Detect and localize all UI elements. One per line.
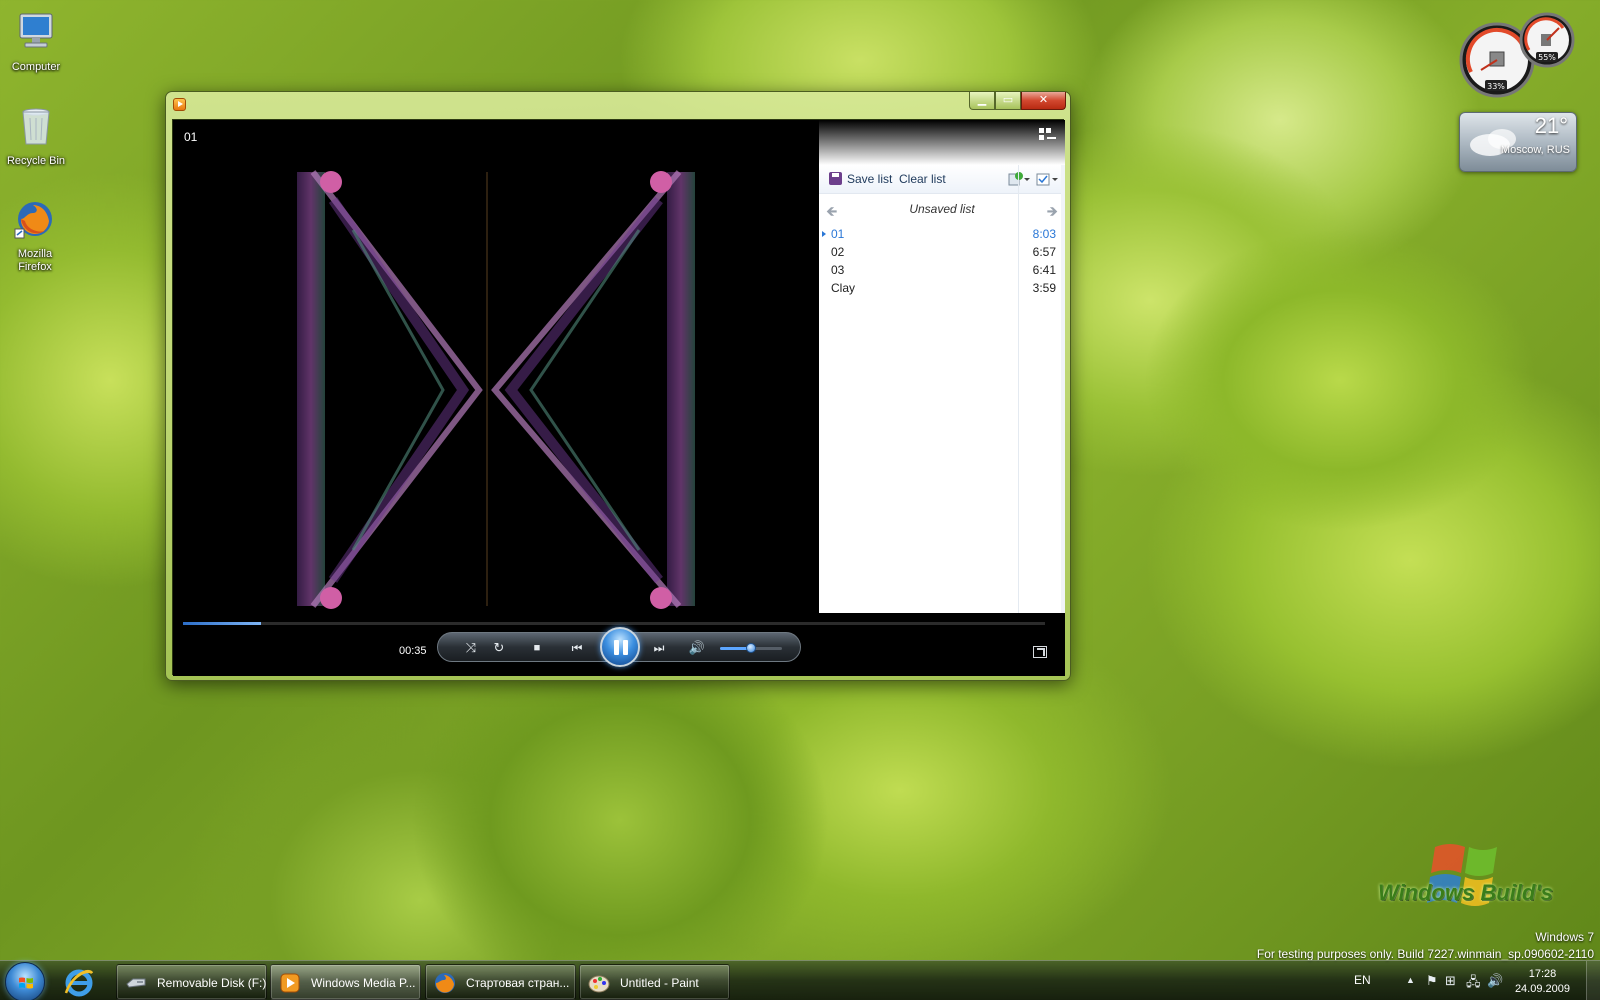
volume-thumb[interactable] [746,643,756,653]
playlist-toolbar: Save list Clear list [819,165,1065,193]
next-icon[interactable]: ⏭ [644,639,674,657]
taskbar-button-label: Removable Disk (F:) [157,976,267,990]
windows-logo-icon [19,977,33,989]
playback-controls: 00:35 ⤨ ↻ ■ ⏮ ⏭ 🔊 [173,613,1065,676]
taskbar-button-label: Стартовая стран... [466,976,570,990]
taskbar-button-firefox[interactable]: Стартовая стран... [425,964,576,1000]
track-row[interactable]: 03 6:41 [819,261,1065,279]
transport-bar: ⤨ ↻ ■ ⏮ ⏭ 🔊 [437,627,801,667]
action-center-flag-icon[interactable]: ⚑ [1426,973,1438,989]
close-button[interactable]: ✕ [1021,92,1066,110]
drive-icon [126,978,146,988]
taskbar-button-paint[interactable]: Untitled - Paint [579,964,730,1000]
track-row[interactable]: 02 6:57 [819,243,1065,261]
volume-slider[interactable] [720,643,782,653]
desktop-icon-label: Recycle Bin [6,155,66,167]
window-titlebar[interactable]: ▁ ▭ ✕ [166,92,1070,120]
start-button[interactable] [5,962,45,1000]
track-row[interactable]: 01 8:03 [819,225,1065,243]
firefox-icon [435,973,455,993]
save-list-button[interactable]: Save list [847,172,892,186]
volume-icon[interactable]: 🔊 [686,639,708,657]
network-sync-icon[interactable]: ⊞ [1445,973,1456,989]
forward-arrow-icon[interactable]: 🡺 [1047,201,1058,225]
now-playing-title: 01 [184,130,198,144]
seek-progress [183,622,261,625]
os-name-label: Windows 7 [1535,930,1594,944]
track-row[interactable]: Clay 3:59 [819,279,1065,297]
clock-date: 24.09.2009 [1514,983,1570,995]
clock[interactable]: 17:28 24.09.2009 [1515,967,1570,997]
pause-button[interactable] [600,627,640,667]
memory-percent: 55% [1538,53,1556,62]
taskbar-button-label: Windows Media P... [311,976,416,990]
playlist-scrollbar[interactable] [1061,165,1065,613]
weather-temperature: 21° [1534,113,1568,138]
playlist-nav: 🡸 Unsaved list 🡺 [819,193,1065,225]
track-duration: 8:03 [1032,227,1056,241]
track-list: 01 8:03 02 6:57 03 6:41 Clay 3:59 [819,225,1065,297]
clock-time: 17:28 [1528,968,1557,980]
seek-bar[interactable] [183,622,1045,625]
network-icon[interactable]: 🖧 [1466,973,1481,995]
desktop-icon-computer[interactable]: Computer [1,10,71,74]
cpu-percent: 33% [1487,82,1505,91]
speaker-icon[interactable]: 🔊 [1487,973,1503,989]
computer-icon [19,13,53,48]
desktop-icon-label: Computer [11,61,61,73]
switch-to-now-playing-icon[interactable] [1033,646,1047,658]
track-name: 01 [831,227,845,241]
list-options-icon[interactable] [1035,171,1061,187]
previous-icon[interactable]: ⏮ [562,639,592,657]
switch-layout-icon[interactable] [1039,128,1057,142]
column-divider [1018,165,1019,613]
paint-icon [588,975,610,993]
minimize-button[interactable]: ▁ [969,92,995,110]
stop-icon[interactable]: ■ [526,639,548,657]
cpu-meter-gadget[interactable]: 33% 55% [1455,10,1575,100]
media-player-window[interactable]: ▁ ▭ ✕ 01 Save list Clear list 🡸 Unsaved … [165,91,1071,681]
shuffle-icon[interactable]: ⤨ [460,639,482,657]
playlist-pane: Save list Clear list 🡸 Unsaved list 🡺 01… [819,120,1065,613]
taskbar-button-media-player[interactable]: Windows Media P... [270,964,421,1000]
playlist-header [819,120,1065,165]
visualization-area[interactable]: 01 [173,120,819,613]
wmp-icon [173,98,186,111]
wmp-icon [280,973,300,993]
add-to-list-icon[interactable] [1007,171,1033,187]
desktop-icon-label: Mozilla Firefox [17,248,53,273]
firefox-icon [14,202,52,239]
show-hidden-icons-icon[interactable]: ▲ [1406,975,1415,985]
build-info-label: For testing purposes only. Build 7227.wi… [1256,947,1594,961]
taskbar: Removable Disk (F:) Windows Media P... С… [0,960,1600,1000]
clear-list-button[interactable]: Clear list [899,172,946,186]
desktop-icon-recycle-bin[interactable]: Recycle Bin [1,104,71,168]
watermark-logo-text: Windows Build's [1378,880,1553,905]
show-desktop-button[interactable] [1586,961,1600,1000]
weather-gadget[interactable]: 21° Moscow, RUS [1459,112,1577,172]
track-duration: 6:41 [1032,263,1056,277]
language-indicator[interactable]: EN [1354,973,1371,987]
desktop-icon-firefox[interactable]: Mozilla Firefox [0,197,70,274]
save-icon [829,172,842,185]
recycle-bin-icon [22,108,50,145]
elapsed-time: 00:35 [399,645,427,657]
internet-explorer-icon[interactable] [64,967,94,997]
playlist-name: Unsaved list [909,202,975,216]
visualization-graphic [297,170,695,609]
player-client-area: 01 Save list Clear list 🡸 Unsaved list 🡺… [172,119,1065,676]
track-duration: 6:57 [1032,245,1056,259]
track-name: Clay [831,281,856,295]
track-duration: 3:59 [1032,281,1056,295]
track-name: 02 [831,245,845,259]
weather-location: Moscow, RUS [1500,144,1570,156]
maximize-button[interactable]: ▭ [995,92,1021,110]
track-name: 03 [831,263,845,277]
taskbar-button-removable-disk[interactable]: Removable Disk (F:) [116,964,267,1000]
taskbar-button-label: Untitled - Paint [620,976,699,990]
repeat-icon[interactable]: ↻ [488,639,510,657]
